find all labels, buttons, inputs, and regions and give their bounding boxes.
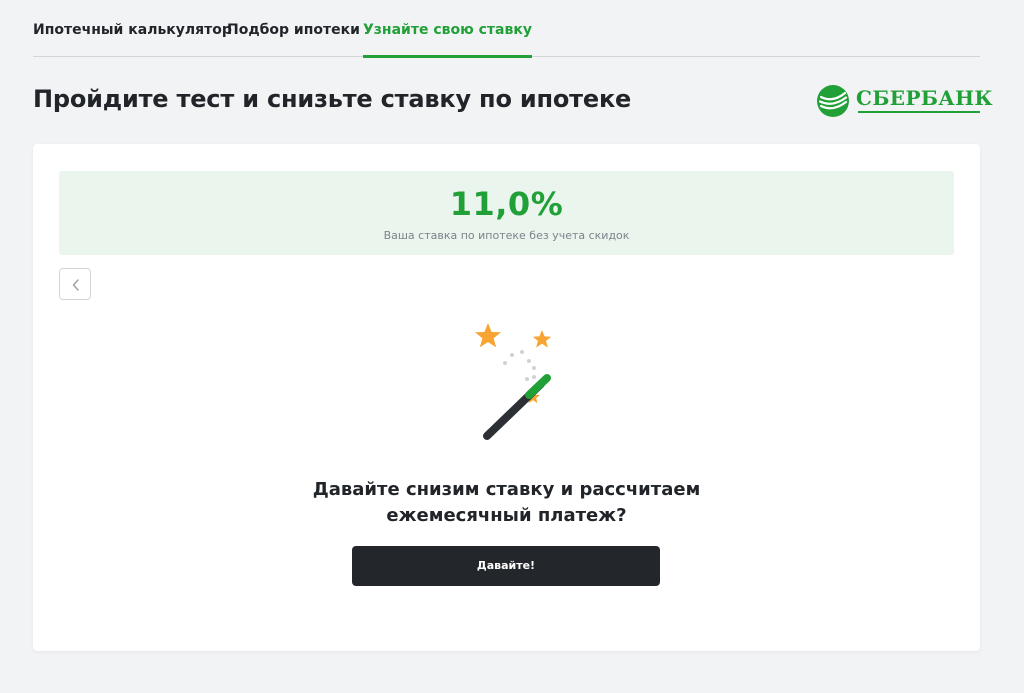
star-icon [532, 330, 552, 348]
logo-underline [858, 111, 980, 113]
magic-wand-icon [475, 323, 552, 440]
question-line-1: Давайте снизим ставку и рассчитаем [312, 479, 701, 500]
start-test-button[interactable]: Давайте! [352, 546, 660, 586]
quiz-card: 11,0% Ваша ставка по ипотеке без учета с… [33, 144, 980, 651]
rate-value: 11,0% [449, 185, 564, 223]
top-tabs: Ипотечный калькулятор Подбор ипотеки Узн… [33, 0, 980, 58]
question-line-2: ежемесячный платеж? [386, 505, 627, 526]
back-button[interactable] [59, 268, 91, 300]
logo-text: СБЕРБАНК [856, 86, 993, 110]
tab-find-your-rate[interactable]: Узнайте свою ставку [363, 0, 532, 58]
star-icon [475, 323, 501, 348]
chevron-left-icon [72, 279, 79, 291]
tab-mortgage-selection[interactable]: Подбор ипотеки [227, 0, 360, 57]
rate-caption: Ваша ставка по ипотеке без учета скидок [383, 229, 630, 242]
question-text: Давайте снизим ставку и рассчитаем ежеме… [33, 477, 980, 529]
tab-mortgage-calculator[interactable]: Ипотечный калькулятор [33, 0, 232, 57]
sberbank-logo-icon [817, 85, 849, 117]
sberbank-logo[interactable]: СБЕРБАНК [816, 84, 993, 118]
rate-panel: 11,0% Ваша ставка по ипотеке без учета с… [59, 171, 954, 255]
page-title: Пройдите тест и снизьте ставку по ипотек… [33, 85, 632, 113]
